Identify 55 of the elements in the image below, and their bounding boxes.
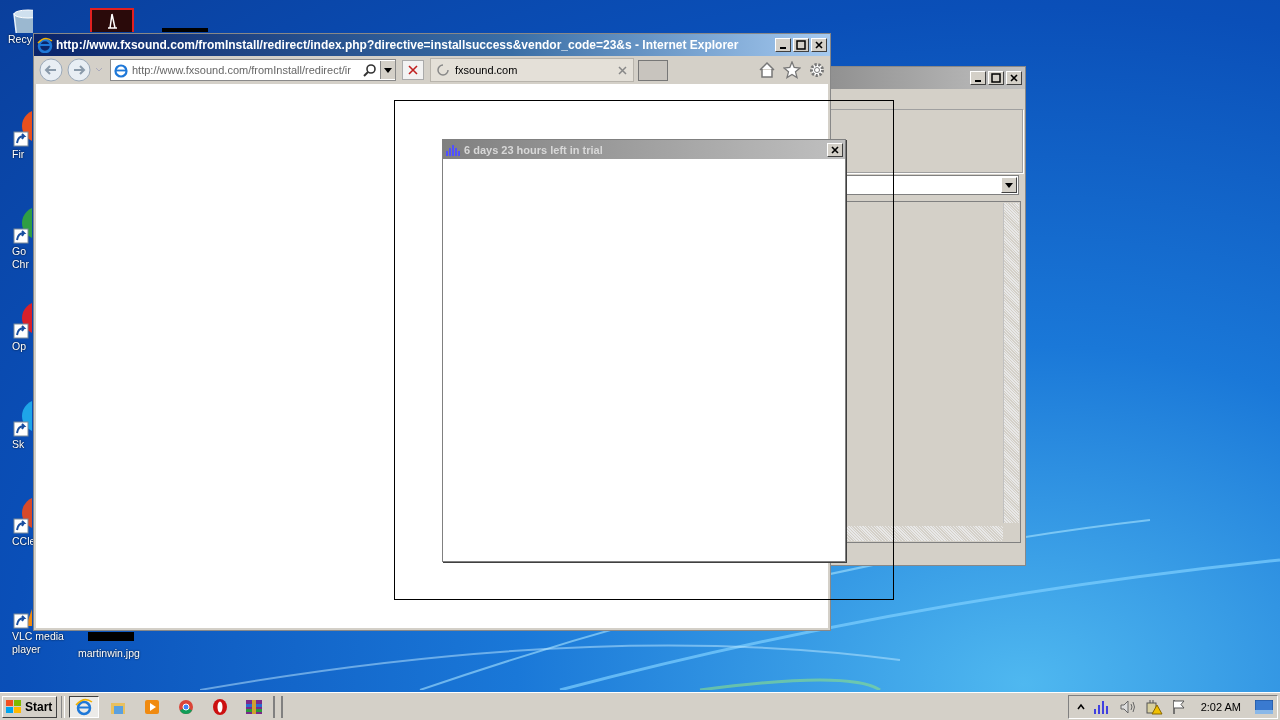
minimize-icon	[780, 47, 786, 49]
app-icon[interactable]	[69, 695, 100, 718]
icon-label: player	[12, 643, 41, 656]
icon-label: Go	[12, 245, 26, 258]
minimize-button[interactable]	[775, 38, 791, 52]
equalizer-icon[interactable]	[1092, 699, 1111, 714]
network-warning-icon[interactable]	[1144, 698, 1163, 715]
address-bar[interactable]: http://www.fxsound.com/fromInstall/redirect/ir	[110, 59, 396, 81]
show-desktop-icon[interactable]	[1255, 699, 1273, 714]
browser-logo-icon	[37, 37, 53, 53]
icon-label: Chr	[12, 258, 29, 271]
clock[interactable]: 2:02 AM	[1200, 700, 1241, 713]
equalizer-icon	[446, 143, 460, 156]
pdf-file-icon[interactable]	[90, 8, 134, 32]
maximize-button[interactable]	[793, 38, 809, 52]
taskbar-grip[interactable]	[273, 695, 284, 718]
close-icon	[408, 65, 418, 75]
start-button[interactable]: Start	[2, 695, 58, 718]
home-icon[interactable]	[758, 61, 776, 79]
flag-icon[interactable]	[1170, 698, 1187, 715]
icon-label: Recy	[8, 33, 32, 46]
speaker-icon[interactable]	[1118, 698, 1137, 715]
icon-label: Fir	[12, 148, 25, 161]
chevron-up-icon[interactable]	[1076, 702, 1085, 711]
minimize-icon	[975, 80, 981, 82]
vertical-scrollbar[interactable]	[1003, 203, 1019, 523]
close-button[interactable]	[1006, 71, 1022, 85]
image-thumbnail[interactable]	[162, 28, 208, 32]
browser-tab[interactable]: fxsound.com	[430, 58, 634, 82]
icon-label: VLC media	[12, 630, 64, 643]
close-icon	[814, 40, 824, 50]
maximize-button[interactable]	[988, 71, 1004, 85]
maximize-icon	[796, 40, 806, 50]
close-icon	[830, 144, 840, 155]
new-tab-button[interactable]	[638, 59, 668, 81]
url-text: http://www.fxsound.com/fromInstall/redirect/ir	[132, 64, 352, 76]
icon-label: Op	[12, 340, 26, 353]
maximize-icon	[991, 73, 1001, 83]
stop-button[interactable]	[402, 60, 424, 80]
minimize-button[interactable]	[970, 71, 986, 85]
star-icon[interactable]	[783, 61, 801, 79]
close-icon	[1009, 73, 1019, 83]
close-button[interactable]	[827, 142, 843, 157]
icon-label: Sk	[12, 438, 25, 451]
search-icon[interactable]	[363, 63, 377, 77]
window-title: http://www.fxsound.com/fromInstall/redirect/index.php?directive=installsuccess&vendor_code=23&s - Internet Explorer	[56, 38, 739, 52]
close-tab-icon[interactable]	[618, 65, 627, 75]
page-icon	[113, 62, 129, 78]
image-thumbnail[interactable]	[88, 632, 134, 641]
icon-label: martinwin.jpg	[78, 647, 140, 660]
windows-logo-icon	[5, 698, 23, 715]
close-button[interactable]	[811, 38, 827, 52]
window-title: 6 days 23 hours left in trial	[464, 143, 603, 156]
loading-icon	[437, 64, 449, 76]
settings-icon[interactable]	[808, 61, 826, 79]
